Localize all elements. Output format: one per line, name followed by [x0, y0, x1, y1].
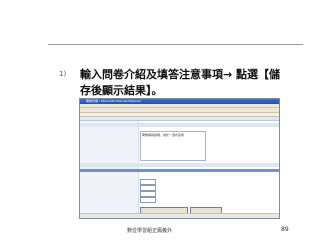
slide-divider	[48, 44, 303, 45]
bullet-number: 1)	[59, 70, 67, 78]
slide-footer: 數位學習組正鳳義外	[127, 228, 173, 234]
form-row	[80, 163, 279, 167]
instruction-text: 輸入問卷介紹及填答注意事項→ 點選【儲存後顯示結果】。	[80, 68, 281, 97]
option-select[interactable]	[140, 197, 156, 203]
status-bar	[80, 213, 279, 218]
form-row	[80, 123, 279, 127]
page-content: 問卷填寫說明，請於一週內完成	[80, 121, 279, 217]
embedded-screenshot: 問卷管理 - Microsoft Internet Explorer 問卷填寫說…	[79, 98, 280, 219]
intro-textarea-text: 問卷填寫說明，請於一週內完成	[142, 133, 185, 137]
page-number: 89	[281, 226, 289, 233]
settings-section-header	[80, 169, 279, 172]
